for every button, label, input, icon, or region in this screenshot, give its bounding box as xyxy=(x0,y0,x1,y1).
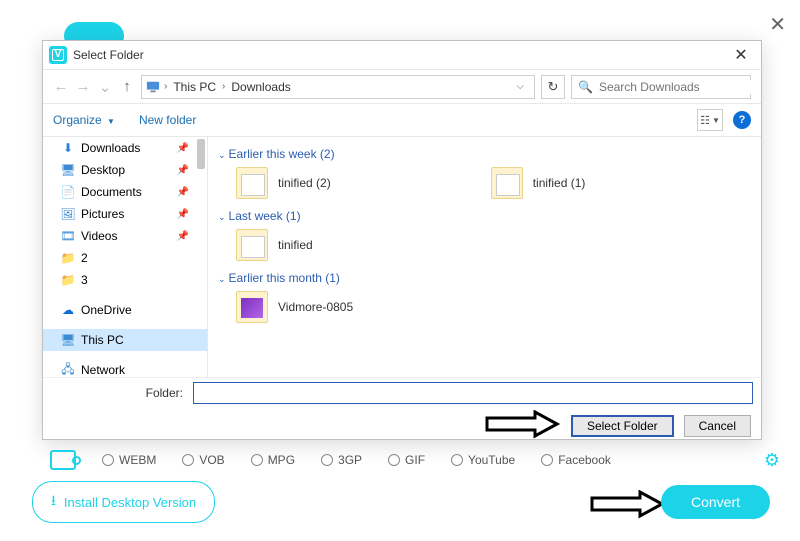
pictures-icon: 🖼 xyxy=(61,207,75,221)
folder-item[interactable]: tinified (2) xyxy=(236,167,331,199)
folder-input[interactable] xyxy=(193,382,753,404)
network-icon: 🖧 xyxy=(61,363,75,377)
address-bar[interactable]: › This PC › Downloads ⌵ xyxy=(141,75,535,99)
format-mpg[interactable]: MPG xyxy=(251,453,295,467)
chevron-right-icon: › xyxy=(222,81,225,92)
group-header[interactable]: ⌄Earlier this week (2) xyxy=(218,147,751,161)
settings-gear-icon[interactable]: ⚙ xyxy=(764,450,780,471)
format-row: WEBM VOB MPG 3GP GIF YouTube Facebook ⚙ xyxy=(50,448,780,472)
download-icon: ⭳ xyxy=(51,490,56,514)
format-youtube[interactable]: YouTube xyxy=(451,453,515,467)
refresh-button[interactable]: ↻ xyxy=(541,75,565,99)
tree-item-folder-2[interactable]: 📁2 xyxy=(43,247,207,269)
help-button[interactable]: ? xyxy=(733,111,751,129)
folder-input-row: Folder: xyxy=(43,377,761,407)
pin-icon: 📌 xyxy=(177,143,189,154)
tree-item-desktop[interactable]: 🖥Desktop📌 xyxy=(43,159,207,181)
cancel-button[interactable]: Cancel xyxy=(684,415,751,437)
desktop-icon: 🖥 xyxy=(61,163,75,177)
pin-icon: 📌 xyxy=(177,209,189,220)
videos-icon: 🎞 xyxy=(61,229,75,243)
pin-icon: 📌 xyxy=(177,231,189,242)
folder-icon: 📁 xyxy=(61,273,75,287)
radio-icon xyxy=(541,454,553,466)
folder-icon xyxy=(236,291,268,323)
chevron-down-icon: ⌄ xyxy=(218,150,226,160)
format-gif[interactable]: GIF xyxy=(388,453,425,467)
up-button[interactable]: ↑ xyxy=(119,78,135,95)
chevron-down-icon: ⌄ xyxy=(218,274,226,284)
forward-button[interactable]: → xyxy=(75,78,91,95)
organize-menu[interactable]: Organize ▼ xyxy=(53,113,115,127)
folder-item[interactable]: Vidmore-0805 xyxy=(236,291,353,323)
titlebar: V Select Folder ✕ xyxy=(43,41,761,69)
nav-tree: ⬇Downloads📌 🖥Desktop📌 📄Documents📌 🖼Pictu… xyxy=(43,137,208,377)
bg-close-icon[interactable]: ✕ xyxy=(769,12,786,37)
group-header[interactable]: ⌄Last week (1) xyxy=(218,209,751,223)
folder-item[interactable]: tinified (1) xyxy=(491,167,586,199)
convert-button[interactable]: Convert xyxy=(661,485,770,519)
documents-icon: 📄 xyxy=(61,185,75,199)
chevron-right-icon: › xyxy=(164,81,167,92)
format-vob[interactable]: VOB xyxy=(182,453,224,467)
radio-icon xyxy=(182,454,194,466)
search-box[interactable]: 🔍 xyxy=(571,75,751,99)
onedrive-icon: ☁ xyxy=(61,303,75,317)
tree-item-network[interactable]: 🖧Network xyxy=(43,359,207,377)
folder-icon xyxy=(491,167,523,199)
tree-item-downloads[interactable]: ⬇Downloads📌 xyxy=(43,137,207,159)
dialog-buttons: Select Folder Cancel xyxy=(43,407,761,445)
crumb-thispc[interactable]: This PC xyxy=(171,80,218,94)
tree-item-folder-3[interactable]: 📁3 xyxy=(43,269,207,291)
folder-icon: 📁 xyxy=(61,251,75,265)
radio-icon xyxy=(388,454,400,466)
folder-label: Folder: xyxy=(43,386,193,400)
tree-item-videos[interactable]: 🎞Videos📌 xyxy=(43,225,207,247)
install-desktop-button[interactable]: ⭳ Install Desktop Version xyxy=(32,481,215,523)
pc-icon xyxy=(146,80,160,94)
tree-item-documents[interactable]: 📄Documents📌 xyxy=(43,181,207,203)
folder-item[interactable]: tinified xyxy=(236,229,313,261)
bottom-bar: ⭳ Install Desktop Version Convert xyxy=(32,481,770,523)
pc-icon: 🖥 xyxy=(61,333,75,347)
radio-icon xyxy=(251,454,263,466)
pin-icon: 📌 xyxy=(177,165,189,176)
back-button[interactable]: ← xyxy=(53,78,69,95)
download-icon: ⬇ xyxy=(61,141,75,155)
crumb-downloads[interactable]: Downloads xyxy=(229,80,292,94)
folder-content: ⌄Earlier this week (2) tinified (2) tini… xyxy=(208,137,761,377)
close-icon[interactable]: ✕ xyxy=(727,45,755,65)
tree-item-pictures[interactable]: 🖼Pictures📌 xyxy=(43,203,207,225)
app-icon: V xyxy=(49,46,67,64)
radio-icon xyxy=(451,454,463,466)
view-options-button[interactable]: ☷ ▼ xyxy=(697,109,723,131)
dialog-title: Select Folder xyxy=(73,48,727,62)
radio-icon xyxy=(321,454,333,466)
search-input[interactable] xyxy=(599,80,754,94)
new-folder-button[interactable]: New folder xyxy=(139,113,196,127)
chevron-down-icon: ⌄ xyxy=(218,212,226,222)
chevron-down-icon: ▼ xyxy=(107,117,115,126)
select-folder-dialog: V Select Folder ✕ ← → ⌄ ↑ › This PC › Do… xyxy=(42,40,762,440)
radio-icon xyxy=(102,454,114,466)
pin-icon: 📌 xyxy=(177,187,189,198)
folder-icon xyxy=(236,167,268,199)
format-category-icon[interactable] xyxy=(50,450,76,470)
tree-item-thispc[interactable]: 🖥This PC xyxy=(43,329,207,351)
search-icon: 🔍 xyxy=(578,80,593,94)
recent-dropdown[interactable]: ⌄ xyxy=(97,78,113,96)
tree-item-onedrive[interactable]: ☁OneDrive xyxy=(43,299,207,321)
select-folder-button[interactable]: Select Folder xyxy=(571,415,674,437)
address-dropdown[interactable]: ⌵ xyxy=(510,81,530,92)
toolbar: Organize ▼ New folder ☷ ▼ ? xyxy=(43,103,761,137)
format-webm[interactable]: WEBM xyxy=(102,453,156,467)
group-header[interactable]: ⌄Earlier this month (1) xyxy=(218,271,751,285)
format-3gp[interactable]: 3GP xyxy=(321,453,362,467)
folder-icon xyxy=(236,229,268,261)
format-facebook[interactable]: Facebook xyxy=(541,453,611,467)
nav-row: ← → ⌄ ↑ › This PC › Downloads ⌵ ↻ 🔍 xyxy=(43,69,761,103)
